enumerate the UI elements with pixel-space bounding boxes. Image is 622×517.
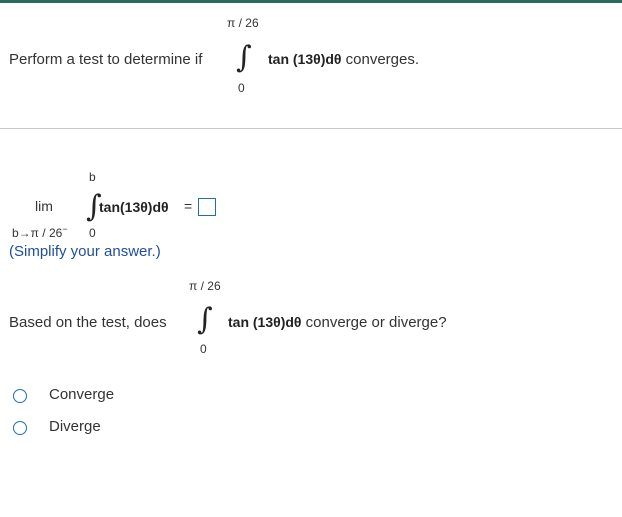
- header-lower-limit: 0: [238, 81, 245, 95]
- header-expression: tan (13θ)dθ converges.: [268, 51, 419, 68]
- option-converge[interactable]: Converge: [11, 386, 131, 406]
- converge-radio[interactable]: [13, 389, 27, 403]
- header-upper-limit: π / 26: [227, 16, 259, 30]
- simplify-hint: (Simplify your answer.): [9, 243, 161, 260]
- option-diverge[interactable]: Diverge: [11, 418, 131, 438]
- diverge-radio[interactable]: [13, 421, 27, 435]
- integral-icon: ∫: [197, 302, 213, 337]
- limit-approach-text: b→π / 26: [12, 226, 63, 240]
- question-lower-limit: 0: [200, 342, 207, 356]
- option-converge-label: Converge: [49, 386, 115, 403]
- limit-approach-sup: −: [62, 224, 68, 234]
- question-prompt: Based on the test, does: [9, 314, 167, 331]
- limit-lower-limit: 0: [89, 226, 96, 240]
- limit-equals: =: [184, 198, 193, 214]
- question-suffix: converge or diverge?: [305, 314, 447, 331]
- limit-upper-limit: b: [89, 170, 96, 184]
- limit-integrand: tan(13θ)dθ: [99, 199, 169, 215]
- header-suffix: converges.: [345, 51, 420, 68]
- integral-icon: ∫: [236, 40, 252, 75]
- limit-label: lim: [35, 198, 53, 214]
- divider: [0, 128, 622, 129]
- question-upper-limit: π / 26: [189, 279, 221, 293]
- limit-approach: b→π / 26−: [12, 224, 68, 240]
- header-prompt: Perform a test to determine if: [9, 51, 203, 68]
- option-diverge-label: Diverge: [49, 418, 101, 435]
- question-integrand: tan (13θ)dθ: [228, 314, 302, 330]
- header-integrand: tan (13θ)dθ: [268, 51, 342, 67]
- question-expression: tan (13θ)dθ converge or diverge?: [228, 314, 447, 331]
- answer-input[interactable]: [198, 198, 216, 216]
- top-rule: [0, 0, 622, 3]
